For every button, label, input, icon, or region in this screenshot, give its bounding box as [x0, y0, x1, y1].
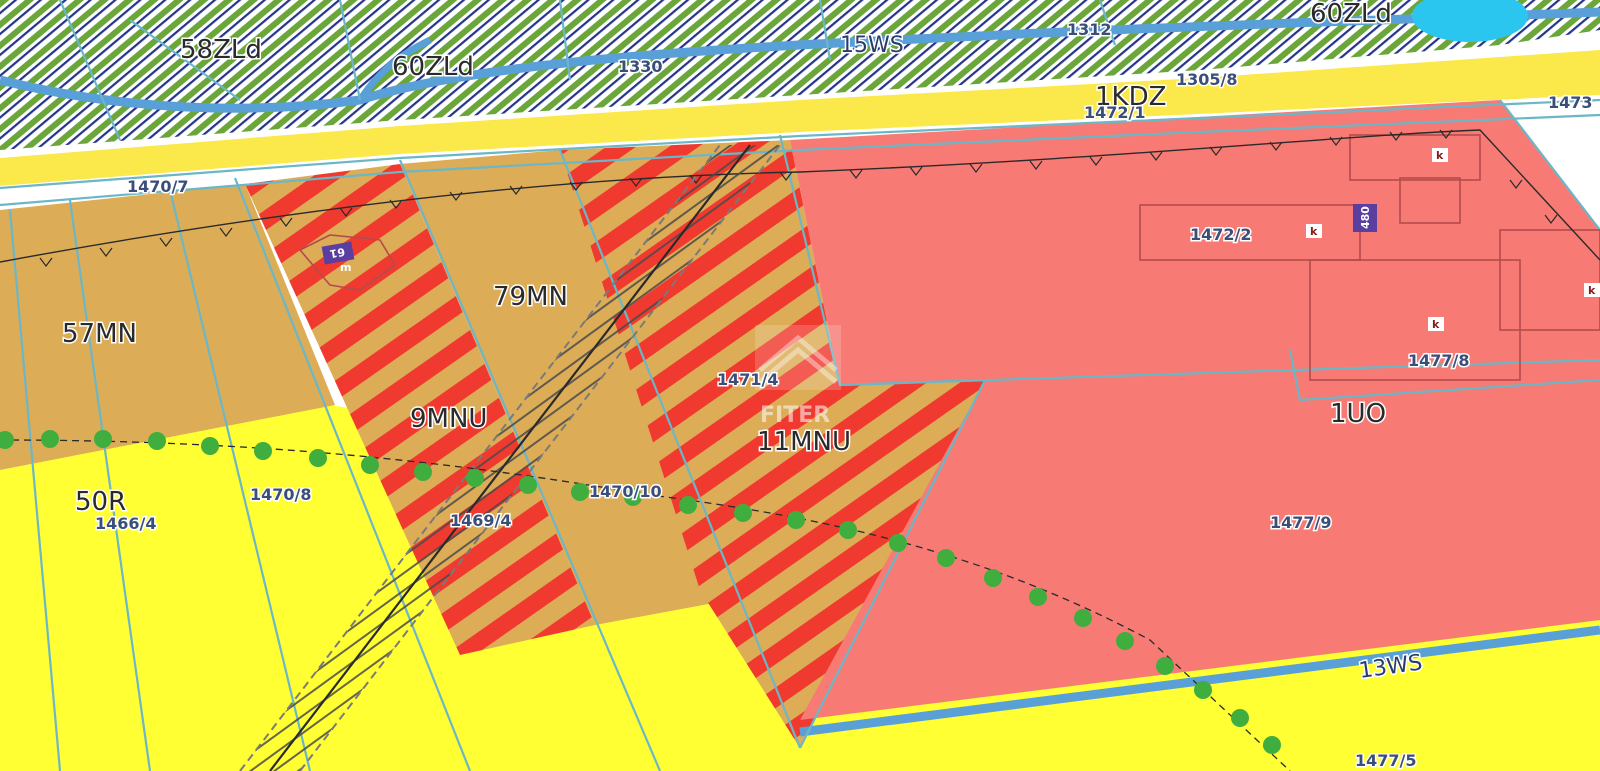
- zone-label[interactable]: 50R: [74, 486, 128, 519]
- parcel-label[interactable]: 1472/2: [1189, 224, 1254, 246]
- svg-text:480: 480: [1359, 206, 1372, 229]
- svg-text:k: k: [1436, 149, 1444, 162]
- zoning-map-canvas[interactable]: FITER 61 m 480 k k k k 58ZLd 60ZLd 60ZLd…: [0, 0, 1600, 771]
- zone-label[interactable]: 1UO: [1329, 398, 1388, 431]
- zone-label[interactable]: 57MN: [61, 318, 139, 351]
- parcel-label[interactable]: 1470/7: [126, 176, 191, 198]
- building-number-marker[interactable]: 480: [1353, 204, 1377, 232]
- zone-label[interactable]: 60ZLd: [391, 51, 476, 84]
- svg-text:61: 61: [329, 245, 346, 260]
- zoning-map[interactable]: FITER 61 m 480 k k k k 58ZLd 60ZLd 60ZLd…: [0, 0, 1600, 771]
- parcel-label[interactable]: 1312: [1066, 19, 1114, 41]
- parcel-label[interactable]: 1466/4: [94, 513, 159, 535]
- svg-text:k: k: [1432, 318, 1440, 331]
- parcel-label[interactable]: 1473: [1547, 92, 1595, 114]
- parcel-label[interactable]: 1470/8: [249, 484, 314, 506]
- zone-label[interactable]: 58ZLd: [179, 34, 264, 67]
- svg-text:k: k: [1588, 284, 1596, 297]
- parcel-label[interactable]: 1477/5: [1354, 750, 1419, 771]
- m-mark: m: [340, 261, 351, 274]
- watermark-text: FITER: [760, 403, 830, 428]
- zone-label[interactable]: 11MNU: [756, 426, 853, 459]
- parcel-label[interactable]: 1477/8: [1407, 350, 1472, 372]
- parcel-label[interactable]: 1330: [617, 56, 665, 78]
- parcel-label[interactable]: 1305/8: [1175, 69, 1240, 91]
- parcel-label[interactable]: 1470/10: [588, 481, 664, 503]
- parcel-label[interactable]: 1471/4: [716, 369, 781, 391]
- parcel-label[interactable]: 1472/1: [1083, 102, 1148, 124]
- zone-label[interactable]: 79MN: [492, 281, 570, 314]
- zone-label[interactable]: 9MNU: [409, 403, 489, 436]
- zone-label[interactable]: 15WS: [839, 32, 906, 60]
- parcel-label[interactable]: 1477/9: [1269, 512, 1334, 534]
- parcel-label[interactable]: 1469/4: [449, 510, 514, 532]
- svg-text:k: k: [1310, 225, 1318, 238]
- zone-label[interactable]: 60ZLd: [1309, 0, 1394, 31]
